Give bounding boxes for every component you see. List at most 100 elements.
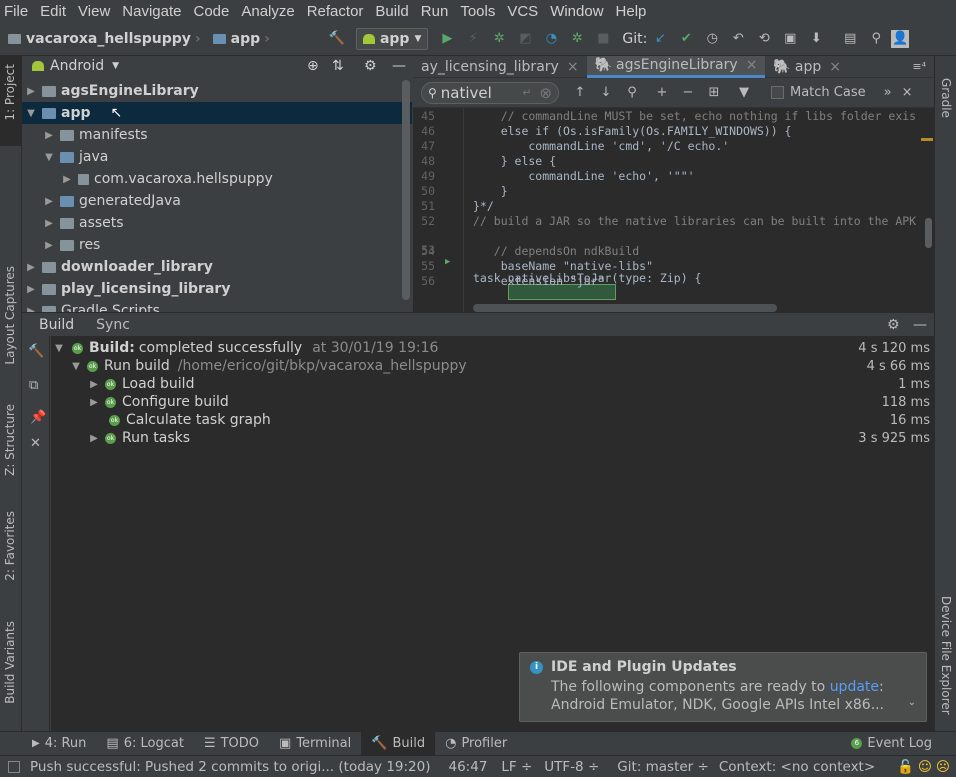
clear-icon[interactable]: ⊗ bbox=[539, 84, 552, 102]
menu-window[interactable]: Window bbox=[550, 3, 603, 20]
tree-item-agsenginelibrary[interactable]: ▶ agsEngineLibrary bbox=[24, 80, 199, 102]
frown-icon[interactable]: ☹ bbox=[936, 759, 950, 775]
tab-device-file-explorer[interactable]: Device File Explorer bbox=[939, 596, 953, 715]
lock-icon[interactable]: 🔓 bbox=[897, 759, 914, 775]
build-row-load-build[interactable]: ▶ ok Load build 1 ms bbox=[51, 375, 934, 393]
toggle-view-icon[interactable]: ⧉ bbox=[29, 378, 38, 393]
next-occurrence-icon[interactable]: ↓ bbox=[595, 82, 617, 104]
menu-build[interactable]: Build bbox=[375, 3, 408, 20]
git-revert-icon[interactable]: ↶ bbox=[727, 28, 749, 50]
collapse-all-icon[interactable]: ⇅ bbox=[332, 58, 344, 74]
project-structure-icon[interactable]: ▤ bbox=[839, 28, 861, 50]
menu-run[interactable]: Run bbox=[421, 3, 449, 20]
hide-panel-icon[interactable]: — bbox=[392, 58, 406, 74]
tab-favorites[interactable]: 2: Favorites bbox=[3, 511, 17, 581]
apply-changes-icon[interactable]: ⚡ bbox=[462, 28, 484, 50]
build-row-run-tasks[interactable]: ▶ ok Run tasks 3 s 925 ms bbox=[51, 429, 934, 447]
build-row-calculate-task-graph[interactable]: ok Calculate task graph 16 ms bbox=[51, 411, 934, 429]
gear-icon[interactable]: ⚙ bbox=[887, 317, 900, 333]
project-view-mode-select[interactable]: Android bbox=[50, 58, 104, 74]
chevron-down-icon[interactable]: ⌄ bbox=[908, 697, 916, 713]
tab-play-licensing-library[interactable]: ay_licensing_library × bbox=[413, 56, 587, 78]
tree-item-java[interactable]: ▼ java bbox=[42, 146, 108, 168]
code-area[interactable]: 45 // commandLine MUST be set, echo noth… bbox=[413, 108, 934, 312]
menu-vcs[interactable]: VCS bbox=[507, 3, 538, 20]
project-scrollbar[interactable] bbox=[402, 80, 410, 300]
status-toggle-icon[interactable] bbox=[8, 760, 20, 773]
tab-app[interactable]: 🐘 app × bbox=[765, 56, 849, 78]
user-avatar-icon[interactable]: 👤 bbox=[891, 29, 910, 48]
close-icon[interactable]: × bbox=[829, 59, 841, 75]
scroll-from-source-icon[interactable]: ⊕ bbox=[307, 58, 319, 74]
stop-icon[interactable]: ■ bbox=[592, 28, 614, 50]
tree-item-gradle-scripts[interactable]: ▶ Gradle Scripts bbox=[24, 300, 160, 312]
hammer-icon[interactable]: 🔨 bbox=[28, 344, 44, 359]
breadcrumb-module[interactable]: app bbox=[231, 31, 261, 47]
remove-occurrence-icon[interactable]: − bbox=[677, 82, 699, 104]
tab-project[interactable]: 1: Project bbox=[3, 64, 17, 121]
sync-gradle-icon[interactable]: ⟲ bbox=[753, 28, 775, 50]
sdk-manager-icon[interactable]: ⬇ bbox=[805, 28, 827, 50]
git-history-icon[interactable]: ◷ bbox=[701, 28, 723, 50]
vertical-scrollbar[interactable] bbox=[925, 218, 932, 248]
context-indicator[interactable]: Context: <no context> bbox=[719, 759, 875, 775]
tab-run[interactable]: ▶ 4: Run bbox=[22, 732, 96, 756]
tab-todo[interactable]: ☰ TODO bbox=[194, 732, 269, 756]
match-case-checkbox[interactable] bbox=[771, 86, 784, 99]
tree-item-app[interactable]: ▼ app ↖ bbox=[22, 102, 412, 124]
run-icon[interactable]: ▶ bbox=[436, 28, 458, 50]
search-icon[interactable]: ⚲ bbox=[865, 28, 887, 50]
ide-updates-notification[interactable]: i IDE and Plugin Updates The following c… bbox=[519, 652, 927, 722]
menu-analyze[interactable]: Analyze bbox=[241, 3, 294, 20]
add-occurrence-icon[interactable]: + bbox=[651, 82, 673, 104]
file-encoding[interactable]: UTF-8 ÷ bbox=[544, 759, 599, 775]
find-all-icon[interactable]: ⚲ bbox=[621, 82, 643, 104]
menu-view[interactable]: View bbox=[78, 3, 110, 20]
git-branch[interactable]: Git: master ÷ bbox=[617, 759, 709, 775]
tab-sync[interactable]: Sync bbox=[96, 317, 130, 333]
tree-item-package[interactable]: ▶ com.vacaroxa.hellspuppy bbox=[60, 168, 273, 190]
git-commit-icon[interactable]: ✔ bbox=[675, 28, 697, 50]
tab-build[interactable]: 🔨 Build bbox=[361, 731, 436, 756]
update-link[interactable]: update bbox=[830, 679, 879, 695]
close-icon[interactable]: × bbox=[567, 59, 579, 75]
tab-build-output[interactable]: Build bbox=[39, 317, 74, 333]
menu-help[interactable]: Help bbox=[616, 3, 647, 20]
filter-icon[interactable]: ▼ bbox=[733, 82, 755, 104]
run-gutter-icon[interactable]: ▶ bbox=[445, 257, 450, 267]
tab-profiler[interactable]: ◔ Profiler bbox=[435, 732, 517, 756]
debug-icon[interactable]: ✲ bbox=[488, 28, 510, 50]
avd-manager-icon[interactable]: ▣ bbox=[779, 28, 801, 50]
gear-icon[interactable]: ⚙ bbox=[364, 58, 377, 74]
build-row-root[interactable]: ▼ ok Build: completed successfully at 30… bbox=[51, 339, 934, 357]
menu-navigate[interactable]: Navigate bbox=[122, 3, 181, 20]
pin-icon[interactable]: 📌 bbox=[30, 410, 46, 425]
menu-edit[interactable]: Edit bbox=[40, 3, 66, 20]
make-project-hammer-icon[interactable]: 🔨 bbox=[326, 28, 348, 50]
previous-occurrence-icon[interactable]: ↑ bbox=[569, 82, 591, 104]
tab-event-log[interactable]: 6 Event Log bbox=[841, 732, 942, 756]
profile-icon[interactable]: ◔ bbox=[540, 28, 562, 50]
more-options-icon[interactable]: » bbox=[884, 85, 892, 100]
caret-position[interactable]: 46:47 bbox=[449, 759, 488, 775]
menu-refactor[interactable]: Refactor bbox=[307, 3, 364, 20]
hide-panel-icon[interactable]: — bbox=[913, 317, 927, 333]
select-all-occurrences-icon[interactable]: ⊞ bbox=[703, 82, 725, 104]
status-message[interactable]: Push successful: Pushed 2 commits to ori… bbox=[30, 759, 431, 775]
tab-agsenginelibrary[interactable]: 🐘 agsEngineLibrary × bbox=[586, 56, 766, 78]
tree-item-assets[interactable]: ▶ assets bbox=[42, 212, 123, 234]
build-row-run-build[interactable]: ▼ ok Run build /home/erico/git/bkp/vacar… bbox=[51, 357, 934, 375]
tab-logcat[interactable]: ▤ 6: Logcat bbox=[96, 732, 194, 756]
close-icon[interactable]: ✕ bbox=[30, 436, 41, 451]
debug-app-icon[interactable]: ✲ bbox=[566, 28, 588, 50]
tab-terminal[interactable]: ▣ Terminal bbox=[269, 732, 361, 756]
breadcrumb-project[interactable]: vacaroxa_hellspuppy bbox=[26, 31, 191, 47]
menu-tools[interactable]: Tools bbox=[460, 3, 495, 20]
smiley-icon[interactable]: ☺ bbox=[918, 759, 932, 775]
tab-list-icon[interactable]: ≡⁴ bbox=[912, 60, 926, 73]
tab-gradle[interactable]: Gradle bbox=[939, 78, 953, 118]
tab-build-variants[interactable]: Build Variants bbox=[3, 621, 17, 704]
tree-item-res[interactable]: ▶ res bbox=[42, 234, 100, 256]
menu-file[interactable]: File bbox=[4, 3, 28, 20]
tab-structure[interactable]: Z: Structure bbox=[3, 404, 17, 476]
